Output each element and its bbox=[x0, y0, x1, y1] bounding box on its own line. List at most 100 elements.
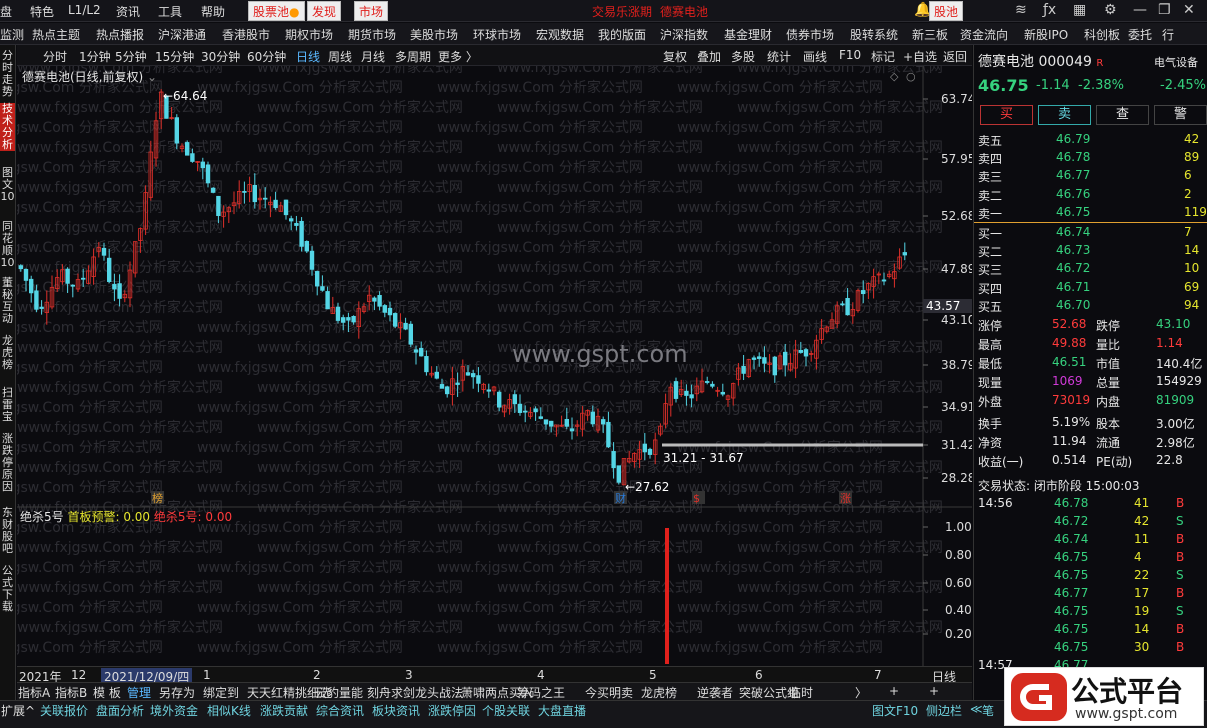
chart-tool-button[interactable]: 返回 bbox=[943, 48, 967, 65]
toolbar-item[interactable]: 筹码之王 bbox=[517, 684, 565, 701]
discover-button[interactable]: 发现 bbox=[307, 1, 342, 21]
nav-item[interactable]: 期权市场 bbox=[285, 26, 333, 43]
period-tab[interactable]: 60分钟 bbox=[247, 48, 286, 65]
status-item[interactable]: 个股关联 bbox=[482, 702, 530, 719]
book-row[interactable]: 买三 46.72 10 bbox=[974, 260, 1207, 278]
sell-button[interactable]: 卖 bbox=[1038, 105, 1091, 125]
status-item[interactable]: 侧边栏 bbox=[926, 702, 962, 719]
grid-icon[interactable]: ▦ bbox=[1073, 2, 1086, 18]
nav-item[interactable]: 期货市场 bbox=[348, 26, 396, 43]
toolbar-item[interactable]: 龙头战法 bbox=[415, 684, 463, 701]
toolbar-item[interactable]: 龙虎榜 bbox=[641, 684, 677, 701]
sidebar-tab[interactable]: 扫雷宝 bbox=[0, 387, 15, 423]
period-tab[interactable]: 更多 〉 bbox=[438, 48, 478, 65]
status-item[interactable]: 大盘直播 bbox=[538, 702, 586, 719]
toolbar-item[interactable]: 绑定到 bbox=[203, 684, 239, 701]
book-row[interactable]: 卖一 46.75 119 bbox=[974, 204, 1207, 222]
status-item[interactable]: 涨跌停因 bbox=[428, 702, 476, 719]
chart-tool-button[interactable]: 叠加 bbox=[697, 48, 721, 65]
sidebar-tab[interactable]: 公式下载 bbox=[0, 565, 15, 613]
nav-item[interactable]: 热点主题 bbox=[32, 26, 80, 43]
chart-tool-button[interactable]: 标记 bbox=[871, 48, 895, 65]
nav-item[interactable]: 行 bbox=[1162, 26, 1174, 43]
book-row[interactable]: 卖二 46.76 2 bbox=[974, 186, 1207, 204]
chart-tool-button[interactable]: F10 bbox=[839, 48, 861, 62]
chart-tool-button[interactable]: +自选 bbox=[903, 48, 937, 65]
formula-icon[interactable]: ƒx bbox=[1043, 2, 1056, 18]
stock-pool-tab[interactable]: 股池 bbox=[929, 1, 964, 21]
sidebar-tab[interactable]: 分时走势 bbox=[0, 50, 15, 98]
period-tab[interactable]: 分时 bbox=[43, 48, 67, 65]
menu-item[interactable]: 帮助 bbox=[201, 3, 225, 20]
period-tab[interactable]: 30分钟 bbox=[201, 48, 240, 65]
nav-item[interactable]: 美股市场 bbox=[410, 26, 458, 43]
menu-item[interactable]: 特色 bbox=[30, 3, 54, 20]
book-row[interactable]: 买四 46.71 69 bbox=[974, 279, 1207, 297]
nav-item[interactable]: 科创板 bbox=[1084, 26, 1120, 43]
status-item[interactable]: 笔 bbox=[982, 702, 994, 719]
nav-item[interactable]: 香港股市 bbox=[222, 26, 270, 43]
toolbar-item[interactable]: 临时 bbox=[789, 684, 813, 701]
period-tab[interactable]: 多周期 bbox=[395, 48, 431, 65]
status-item[interactable]: 盘面分析 bbox=[96, 702, 144, 719]
sidebar-tab[interactable]: 龙虎榜 bbox=[0, 335, 15, 371]
nav-item[interactable]: 新三板 bbox=[912, 26, 948, 43]
sidebar-tab[interactable]: 东财股吧 bbox=[0, 507, 15, 555]
sidebar-tab[interactable]: 涨跌停原因 bbox=[0, 433, 15, 493]
alert-button[interactable]: 警 bbox=[1154, 105, 1207, 125]
book-row[interactable]: 买二 46.73 14 bbox=[974, 242, 1207, 260]
nav-item[interactable]: 资金流向 bbox=[960, 26, 1008, 43]
nav-item[interactable]: 股转系统 bbox=[850, 26, 898, 43]
menu-item[interactable]: L1/L2 bbox=[68, 3, 101, 17]
menu-item[interactable]: 工具 bbox=[158, 3, 182, 20]
alert-stock[interactable]: 德赛电池 bbox=[660, 3, 708, 20]
sidebar-tab[interactable]: 同花顺10 bbox=[0, 221, 15, 269]
toolbar-item[interactable]: + bbox=[929, 684, 939, 698]
chart-tool-button[interactable]: 统计 bbox=[767, 48, 791, 65]
period-tab[interactable]: 周线 bbox=[328, 48, 352, 65]
status-item[interactable]: 扩展^ bbox=[1, 702, 35, 719]
chart-tool-button[interactable]: 复权 bbox=[663, 48, 687, 65]
period-tab[interactable]: 15分钟 bbox=[155, 48, 194, 65]
toolbar-item[interactable]: 云豹量能 bbox=[315, 684, 363, 701]
menu-item[interactable]: 资讯 bbox=[116, 3, 140, 20]
book-row[interactable]: 买一 46.74 7 bbox=[974, 224, 1207, 242]
alert-text[interactable]: 交易乐涨期 bbox=[592, 3, 652, 20]
stock-pool-button[interactable]: 股票池● bbox=[248, 1, 305, 21]
nav-item[interactable]: 环球市场 bbox=[473, 26, 521, 43]
nav-item[interactable]: 沪深指数 bbox=[660, 26, 708, 43]
status-item[interactable]: 图文F10 bbox=[872, 702, 918, 719]
status-item[interactable]: 综合资讯 bbox=[316, 702, 364, 719]
book-row[interactable]: 卖五 46.79 42 bbox=[974, 131, 1207, 149]
layers-icon[interactable]: ≋ bbox=[1015, 2, 1027, 18]
query-button[interactable]: 查 bbox=[1096, 105, 1149, 125]
toolbar-item[interactable]: + bbox=[889, 684, 899, 698]
nav-item[interactable]: 委托 bbox=[1128, 26, 1152, 43]
sidebar-tab[interactable]: 技术分析 bbox=[0, 103, 15, 151]
status-item[interactable]: 涨跌贡献 bbox=[260, 702, 308, 719]
book-row[interactable]: 卖四 46.78 89 bbox=[974, 149, 1207, 167]
status-item[interactable]: ≪ bbox=[970, 702, 983, 716]
nav-item[interactable]: 热点播报 bbox=[96, 26, 144, 43]
sidebar-tab[interactable]: 董秘互动 bbox=[0, 277, 15, 325]
toolbar-item[interactable]: 模 板 bbox=[93, 684, 121, 701]
toolbar-item[interactable]: 另存为 bbox=[159, 684, 195, 701]
status-item[interactable]: 板块资讯 bbox=[372, 702, 420, 719]
nav-item[interactable]: 新股IPO bbox=[1024, 26, 1068, 43]
gear-icon[interactable]: ⚙ bbox=[1104, 2, 1117, 18]
status-item[interactable]: 相似K线 bbox=[207, 702, 251, 719]
buy-button[interactable]: 买 bbox=[980, 105, 1033, 125]
toolbar-item[interactable]: 管理 bbox=[127, 684, 151, 701]
status-item[interactable]: 境外资金 bbox=[150, 702, 198, 719]
nav-item[interactable]: 宏观数据 bbox=[536, 26, 584, 43]
indicator-legend[interactable]: 绝杀5号 首板预警: 0.00 绝杀5号: 0.00 bbox=[20, 508, 232, 525]
period-tab[interactable]: 1分钟 bbox=[79, 48, 111, 65]
nav-item[interactable]: 我的版面 bbox=[598, 26, 646, 43]
nav-item[interactable]: 债券市场 bbox=[786, 26, 834, 43]
nav-item[interactable]: 监测 bbox=[0, 26, 24, 43]
nav-item[interactable]: 基金理财 bbox=[724, 26, 772, 43]
book-row[interactable]: 买五 46.70 94 bbox=[974, 297, 1207, 315]
period-tab[interactable]: 月线 bbox=[361, 48, 385, 65]
menu-item[interactable]: 盘 bbox=[0, 3, 12, 20]
minimize-icon[interactable]: — bbox=[1133, 2, 1147, 18]
